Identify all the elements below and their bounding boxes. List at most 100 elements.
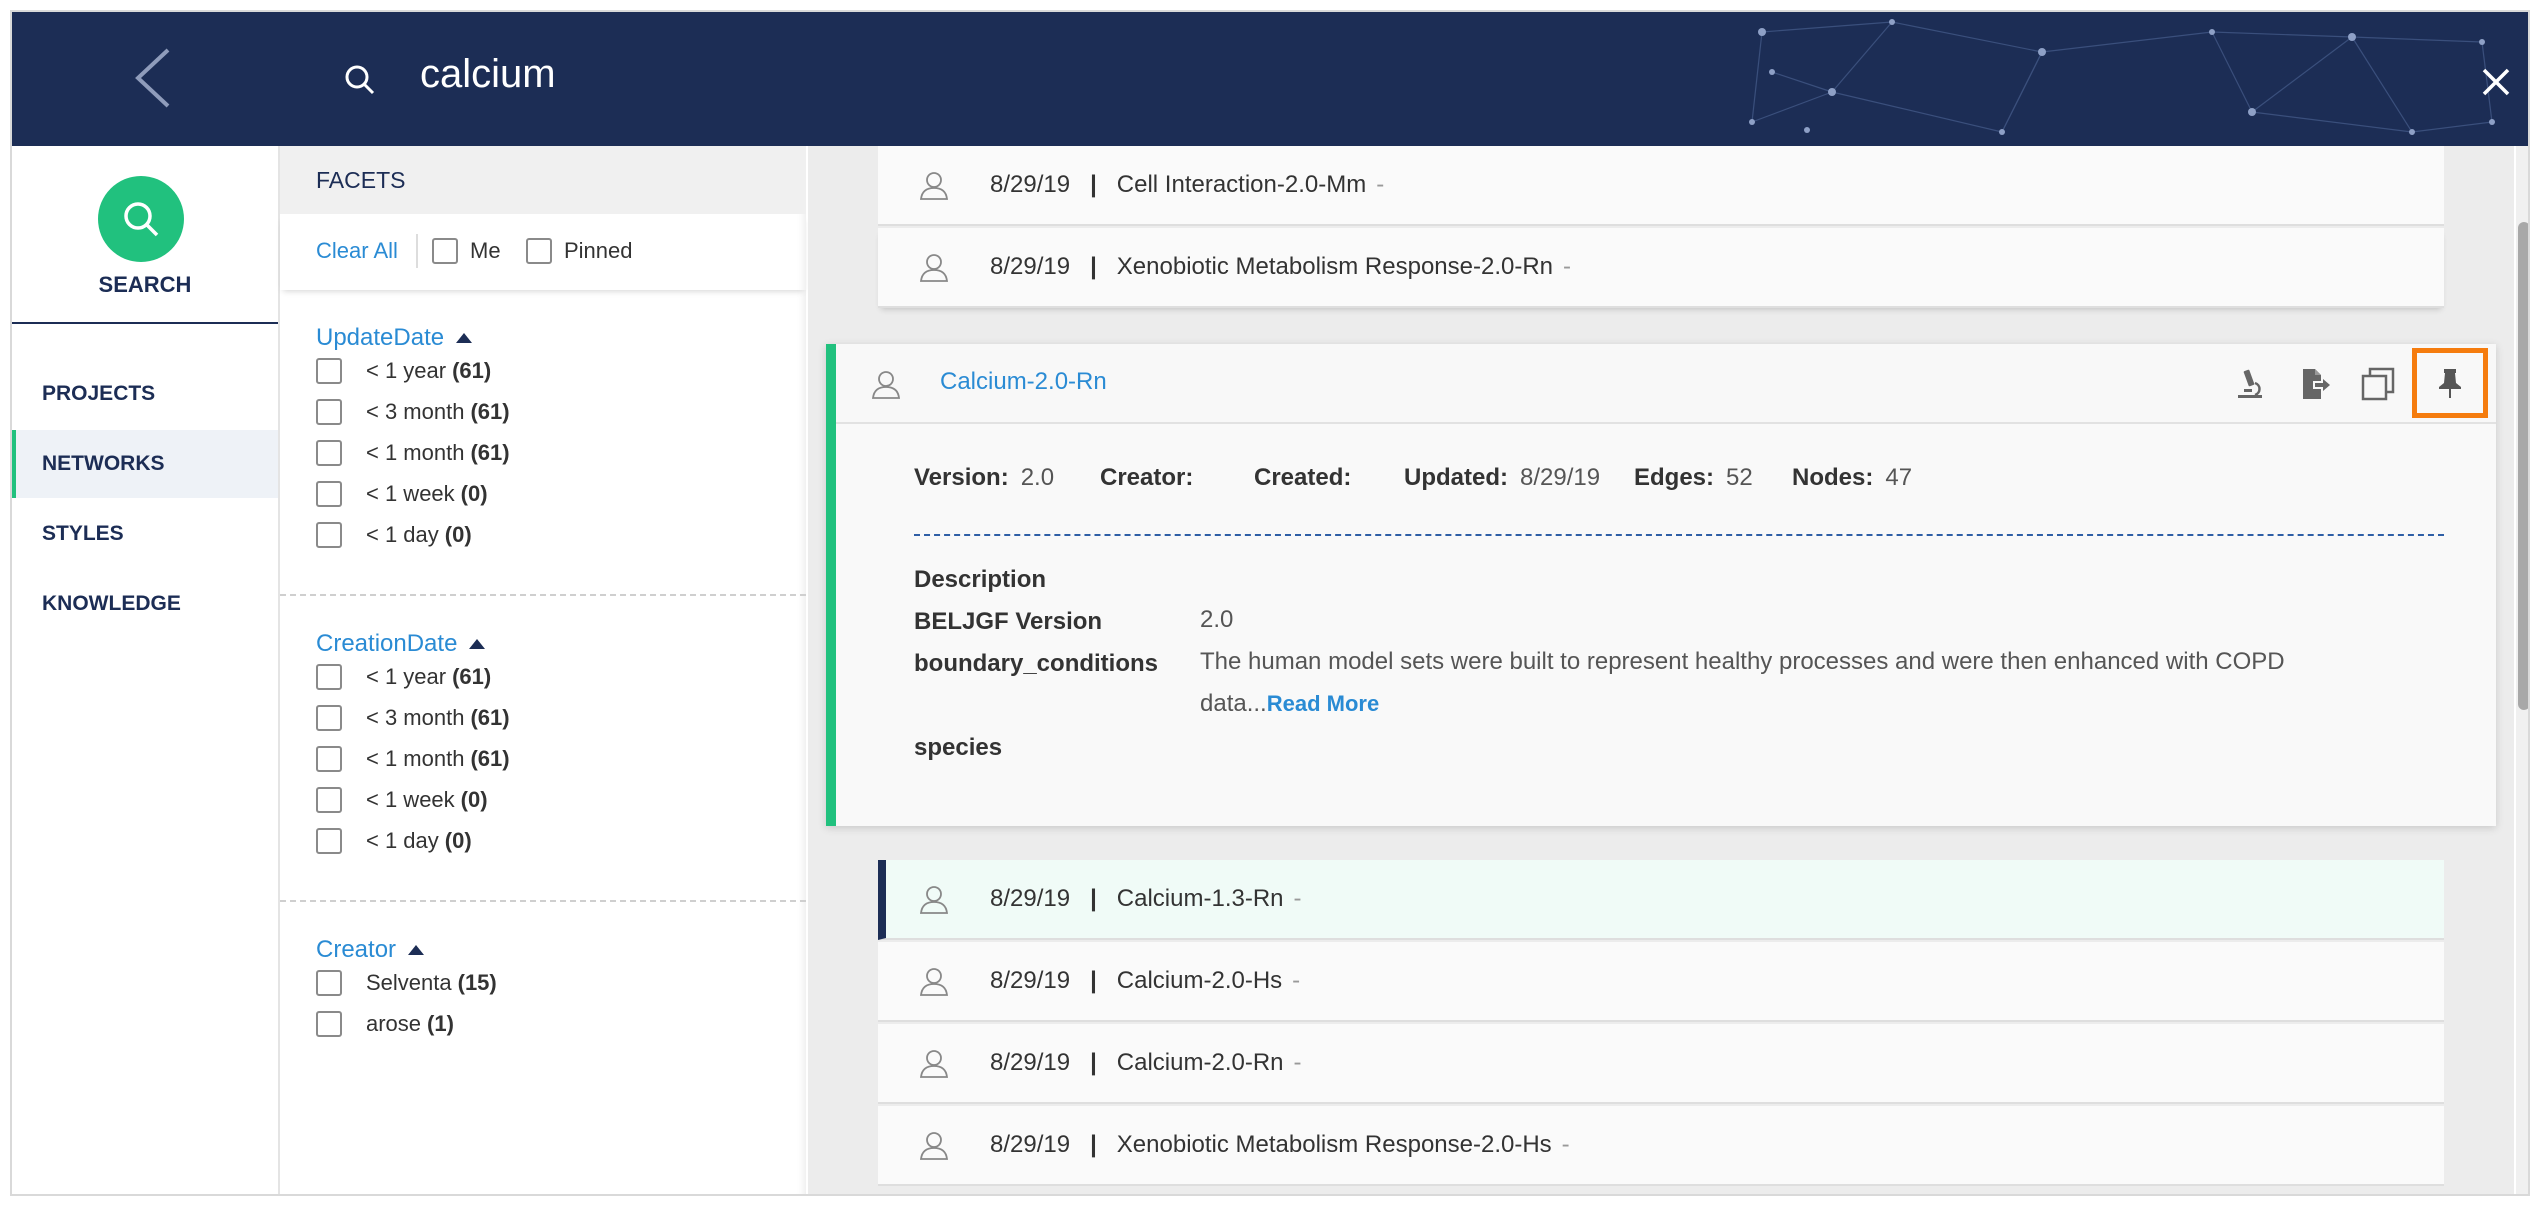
prop-species-label: species — [914, 734, 1003, 761]
result-dash: - — [1563, 253, 1572, 280]
result-dash: - — [1561, 1131, 1570, 1158]
result-name[interactable]: Calcium-2.0-Rn — [1117, 1049, 1284, 1077]
search-nav-button[interactable] — [98, 176, 184, 262]
result-date: 8/29/19 — [990, 1131, 1071, 1158]
facet-checkbox[interactable] — [316, 399, 342, 425]
me-label: Me — [470, 238, 501, 263]
expanded-network-card: Calcium-2.0-Rn Version: 2.0 Creator: Cre… — [826, 344, 2496, 826]
nav-item-styles[interactable]: STYLES — [12, 500, 278, 568]
facet-title-creationdate[interactable]: CreationDate — [316, 630, 486, 658]
prop-boundary-label: boundary_conditions — [914, 650, 1159, 677]
facet-checkbox[interactable] — [316, 522, 342, 548]
result-row[interactable]: 8/29/19 | Calcium-1.3-Rn - — [878, 860, 2444, 940]
facet-option[interactable]: < 3 month (61) — [316, 397, 510, 427]
copy-icon — [2361, 367, 2395, 401]
meta-value: 8/29/19 — [1520, 464, 1601, 491]
result-dash: - — [1293, 885, 1302, 912]
result-separator: | — [1090, 885, 1097, 912]
facet-option-label: < 1 year — [366, 664, 447, 689]
facet-checkbox[interactable] — [316, 481, 342, 507]
filter-pinned[interactable]: Pinned — [526, 238, 633, 264]
meta-label: Version: — [914, 464, 1009, 491]
facet-option[interactable]: < 1 day (0) — [316, 520, 472, 550]
facet-checkbox[interactable] — [316, 1011, 342, 1037]
facet-title-text: UpdateDate — [316, 324, 445, 351]
microscope-button[interactable] — [2228, 362, 2272, 406]
facets-heading: FACETS — [280, 146, 806, 214]
facet-option[interactable]: < 1 year (61) — [316, 662, 491, 692]
facet-option[interactable]: Selventa (15) — [316, 968, 497, 998]
toolbar-separator — [416, 234, 418, 268]
pinned-checkbox[interactable] — [526, 238, 552, 264]
facet-checkbox[interactable] — [316, 664, 342, 690]
clear-all-link[interactable]: Clear All — [316, 238, 398, 264]
close-icon[interactable] — [2478, 64, 2514, 100]
facet-checkbox[interactable] — [316, 440, 342, 466]
facet-option[interactable]: < 1 month (61) — [316, 438, 510, 468]
export-button[interactable] — [2292, 362, 2336, 406]
facets-panel: FACETS Clear All Me Pinned UpdateDate < … — [278, 146, 806, 1194]
nav-divider — [12, 322, 278, 324]
facet-divider — [280, 594, 806, 596]
facet-option-count: (0) — [444, 828, 472, 853]
meta-label: Edges: — [1634, 464, 1715, 491]
result-date: 8/29/19 — [990, 967, 1071, 994]
scrollbar-thumb[interactable] — [2518, 222, 2528, 710]
nav-item-networks[interactable]: NETWORKS — [12, 430, 278, 498]
meta-label: Creator: — [1100, 464, 1194, 491]
facet-checkbox[interactable] — [316, 970, 342, 996]
facet-checkbox[interactable] — [316, 358, 342, 384]
result-date: 8/29/19 — [990, 1049, 1071, 1076]
facet-checkbox[interactable] — [316, 746, 342, 772]
facet-option-label: < 1 day — [366, 522, 439, 547]
search-query-text[interactable]: calcium — [420, 52, 556, 97]
app-window: calcium SEARCH PROJECTS NETWORKS STYLES … — [10, 10, 2530, 1196]
result-separator: | — [1090, 1131, 1097, 1158]
facet-option[interactable]: < 1 year (61) — [316, 356, 491, 386]
microscope-icon — [2238, 369, 2262, 398]
facet-option[interactable]: < 3 month (61) — [316, 703, 510, 733]
result-name[interactable]: Xenobiotic Metabolism Response-2.0-Rn — [1117, 253, 1553, 281]
result-separator: | — [1090, 253, 1097, 280]
facet-option[interactable]: < 1 week (0) — [316, 785, 488, 815]
search-icon — [124, 202, 159, 237]
result-dash: - — [1292, 967, 1301, 994]
facet-option[interactable]: < 1 day (0) — [316, 826, 472, 856]
result-row[interactable]: 8/29/19 | Xenobiotic Metabolism Response… — [878, 228, 2444, 308]
facet-option-count: (1) — [427, 1011, 454, 1036]
facet-checkbox[interactable] — [316, 828, 342, 854]
user-icon — [919, 172, 949, 200]
result-row[interactable]: 8/29/19 | Cell Interaction-2.0-Mm - — [878, 146, 2444, 226]
facet-title-updatedate[interactable]: UpdateDate — [316, 324, 473, 352]
result-name[interactable]: Calcium-2.0-Hs — [1117, 967, 1282, 995]
back-button[interactable] — [112, 42, 192, 114]
result-name[interactable]: Cell Interaction-2.0-Mm — [1117, 171, 1366, 199]
result-row[interactable]: 8/29/19 | Calcium-2.0-Hs - — [878, 942, 2444, 1022]
result-row[interactable]: 8/29/19 | Calcium-2.0-Rn - — [878, 1024, 2444, 1104]
meta-label: Created: — [1254, 464, 1352, 491]
nav-item-projects[interactable]: PROJECTS — [12, 360, 278, 428]
facet-checkbox[interactable] — [316, 705, 342, 731]
facet-option-label: Selventa — [366, 970, 452, 995]
result-name[interactable]: Calcium-1.3-Rn — [1117, 885, 1284, 913]
facet-option[interactable]: < 1 week (0) — [316, 479, 488, 509]
facet-option-label: < 1 year — [366, 358, 447, 383]
nav-item-knowledge[interactable]: KNOWLEDGE — [12, 570, 278, 638]
facet-checkbox[interactable] — [316, 787, 342, 813]
facet-option[interactable]: arose (1) — [316, 1009, 454, 1039]
read-more-link[interactable]: Read More — [1267, 691, 1379, 716]
result-row[interactable]: 8/29/19 | Xenobiotic Metabolism Response… — [878, 1106, 2444, 1186]
user-icon — [919, 1132, 949, 1160]
facet-option[interactable]: < 1 month (61) — [316, 744, 510, 774]
user-icon — [919, 968, 949, 996]
pin-button[interactable] — [2412, 348, 2488, 418]
me-checkbox[interactable] — [432, 238, 458, 264]
facet-title-creator[interactable]: Creator — [316, 936, 425, 964]
filter-me[interactable]: Me — [432, 238, 501, 264]
network-title-link[interactable]: Calcium-2.0-Rn — [940, 368, 1107, 396]
prop-beljgf-label: BELJGF Version — [914, 608, 1103, 635]
facet-option-label: < 1 month — [366, 440, 465, 465]
facet-option-label: < 1 week — [366, 481, 455, 506]
copy-button[interactable] — [2356, 362, 2400, 406]
result-name[interactable]: Xenobiotic Metabolism Response-2.0-Hs — [1117, 1131, 1552, 1159]
